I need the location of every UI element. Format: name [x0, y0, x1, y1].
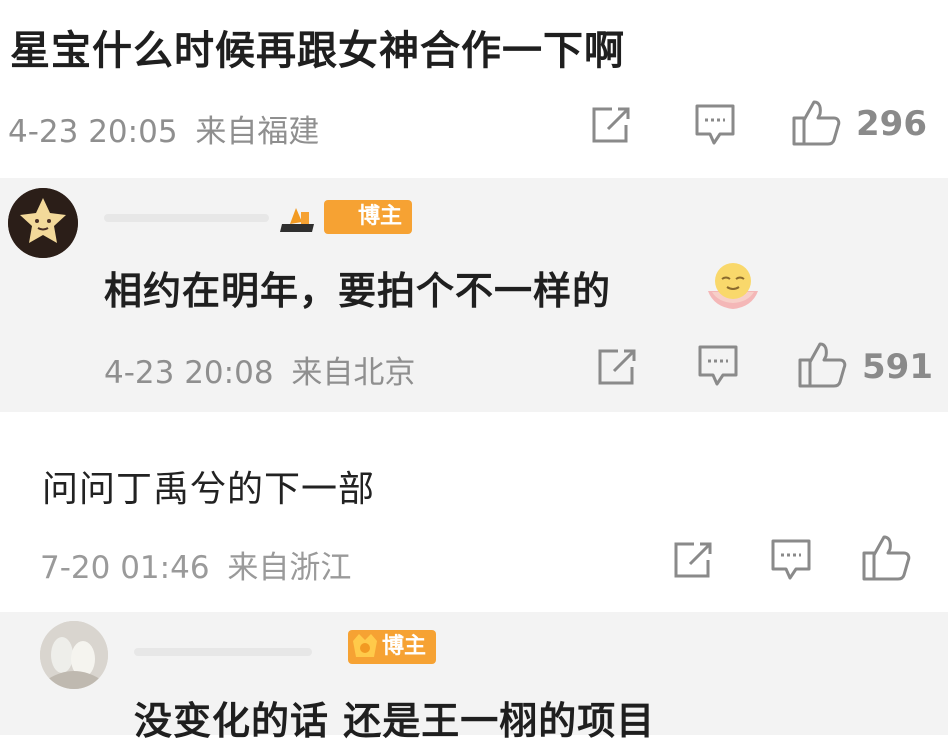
- comment-time: 4-23 20:05 来自福建: [8, 106, 319, 151]
- badge-label: 博主: [358, 204, 403, 229]
- photo-avatar-icon: [40, 621, 108, 689]
- comment-text: 问问丁禹兮的下一部: [42, 469, 376, 510]
- avatar[interactable]: [8, 188, 78, 258]
- share-icon[interactable]: [672, 540, 716, 580]
- like-icon[interactable]: [860, 533, 912, 583]
- like-count: 296: [856, 104, 927, 144]
- reply-text: 没变化的话 还是王一栩的项目: [134, 699, 656, 743]
- comment-text: 星宝什么时候再跟女神合作一下啊: [10, 28, 625, 74]
- time-label: 7-20 01:46: [40, 550, 210, 586]
- smiling-face-emoji: [708, 263, 758, 309]
- star-avatar-icon: [8, 188, 78, 258]
- reply-time: 4-23 20:08 来自北京: [104, 347, 415, 392]
- username-blurred[interactable]: [104, 214, 269, 222]
- author-badge: 博主: [324, 200, 413, 234]
- location-label: 来自浙江: [227, 550, 352, 586]
- time-label: 4-23 20:08: [104, 355, 274, 391]
- crown-badge-icon: [353, 634, 377, 657]
- level-icon: [280, 208, 314, 232]
- comment-icon[interactable]: [697, 344, 739, 388]
- comment-time: 7-20 01:46 来自浙江: [40, 542, 351, 587]
- time-label: 4-23 20:05: [8, 114, 178, 150]
- like-icon[interactable]: [796, 340, 848, 390]
- comment-icon[interactable]: [694, 103, 736, 147]
- location-label: 来自福建: [195, 114, 320, 150]
- like-icon[interactable]: [790, 98, 842, 148]
- comment-icon[interactable]: [770, 538, 812, 582]
- reply-text: 相约在明年，要拍个不一样的: [104, 260, 611, 315]
- location-label: 来自北京: [291, 355, 416, 391]
- avatar[interactable]: [40, 621, 108, 689]
- like-count: 591: [862, 347, 933, 387]
- share-icon[interactable]: [596, 347, 640, 387]
- username-blurred[interactable]: [134, 648, 312, 656]
- badge-label: 博主: [382, 634, 427, 659]
- share-icon[interactable]: [590, 105, 634, 145]
- reply-content: 相约在明年，要拍个不一样的: [104, 269, 612, 313]
